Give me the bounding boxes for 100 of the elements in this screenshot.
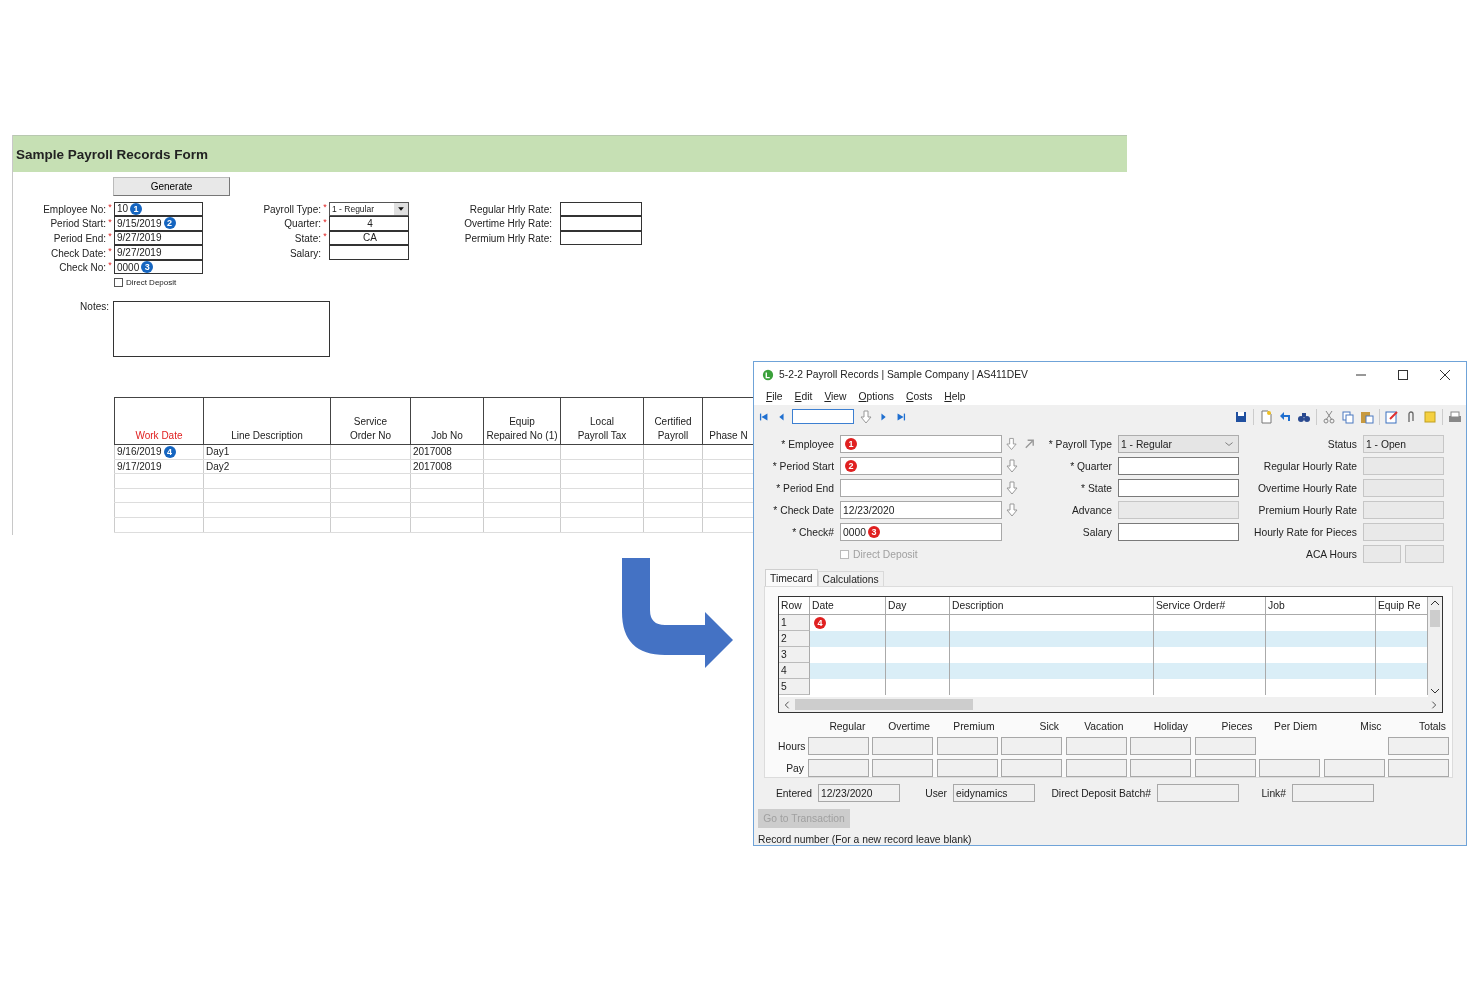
new-document-icon[interactable] xyxy=(1259,409,1273,424)
down-arrow-icon[interactable] xyxy=(1005,481,1019,495)
field-label: Period End: xyxy=(52,233,106,244)
input-field[interactable] xyxy=(1001,759,1062,777)
input-field[interactable] xyxy=(1065,759,1127,777)
save-icon[interactable] xyxy=(1234,409,1248,424)
input-field[interactable] xyxy=(840,479,1002,497)
input-field[interactable]: 10 1 xyxy=(114,201,203,217)
down-arrow-icon[interactable] xyxy=(1005,503,1019,517)
caret-icon[interactable] xyxy=(396,204,406,213)
input-field[interactable]: 2 xyxy=(840,457,1002,475)
field-label: Salary xyxy=(1081,526,1113,538)
app-logo-icon[interactable] xyxy=(762,368,774,381)
grid-cell[interactable] xyxy=(950,663,1154,679)
column-header: Pieces xyxy=(1220,721,1254,734)
input-field[interactable] xyxy=(1130,759,1191,777)
input-field[interactable]: 9/27/2019 xyxy=(114,245,203,260)
generate-button[interactable]: Generate xyxy=(113,177,230,196)
maximize-icon[interactable] xyxy=(1396,367,1410,382)
grid-cell[interactable] xyxy=(1376,631,1428,647)
input-field[interactable]: 0000 3 xyxy=(840,523,1002,541)
copy-icon[interactable] xyxy=(1341,409,1355,424)
input-field[interactable] xyxy=(1323,759,1385,777)
input-field[interactable] xyxy=(1001,737,1062,755)
input-field[interactable] xyxy=(560,216,642,231)
dropdown[interactable]: 1 - Regular xyxy=(329,201,409,217)
menu-item[interactable]: Options xyxy=(852,390,900,402)
input-field[interactable] xyxy=(1388,759,1449,777)
menu-item[interactable]: Costs xyxy=(900,390,939,402)
column-header: Sick xyxy=(1038,721,1060,734)
input-field[interactable] xyxy=(1118,523,1239,541)
input-field[interactable] xyxy=(807,759,869,777)
input-field[interactable] xyxy=(1118,479,1239,497)
dropdown[interactable]: 1 - Regular xyxy=(1118,435,1239,453)
tab[interactable]: Calculations xyxy=(817,571,884,586)
scrollbar-thumb[interactable] xyxy=(795,699,973,710)
edit-icon[interactable] xyxy=(1385,409,1399,424)
input-field[interactable] xyxy=(1194,737,1256,755)
input-field[interactable] xyxy=(1118,457,1239,475)
table-cell: 9/17/2019 xyxy=(117,460,162,472)
menu-item[interactable]: File xyxy=(760,390,789,402)
grid-cell[interactable] xyxy=(886,663,950,679)
input-field[interactable]: 1 - Open xyxy=(1363,435,1444,453)
jump-arrow-icon[interactable] xyxy=(1023,437,1036,451)
down-arrow-icon[interactable] xyxy=(1005,437,1018,451)
field-label: Notes: xyxy=(79,300,110,312)
grid-cell[interactable] xyxy=(1266,631,1376,647)
paste-icon[interactable] xyxy=(1360,409,1374,424)
grid-cell[interactable] xyxy=(1154,631,1266,647)
input-field[interactable] xyxy=(1065,737,1127,755)
input-field[interactable]: 12/23/2020 xyxy=(840,501,1002,519)
row-label: Hours xyxy=(778,740,804,752)
grid-cell[interactable] xyxy=(810,631,886,647)
input-field[interactable] xyxy=(1130,737,1191,755)
input-field[interactable] xyxy=(1259,759,1320,777)
input-field[interactable]: eidynamics xyxy=(953,784,1035,802)
cut-icon[interactable] xyxy=(1322,409,1336,424)
input-field[interactable] xyxy=(1157,784,1239,802)
checkbox[interactable] xyxy=(114,277,123,287)
menu-item[interactable]: Help xyxy=(938,390,972,402)
row-number: 5 xyxy=(779,679,810,695)
input-field[interactable] xyxy=(560,201,642,217)
field-label: Salary: xyxy=(288,247,321,259)
down-arrow-icon[interactable] xyxy=(859,409,873,424)
field-label: User xyxy=(924,787,948,799)
input-field[interactable] xyxy=(936,759,998,777)
menu-item[interactable]: View xyxy=(818,390,853,402)
notes-field[interactable] xyxy=(113,300,330,357)
field-label: * Quarter xyxy=(1069,460,1113,472)
input-field[interactable] xyxy=(1194,759,1256,777)
input-field[interactable]: 1 xyxy=(840,435,1002,453)
input-field[interactable] xyxy=(936,737,998,755)
field-label: Regular Hrly Rate: xyxy=(468,203,552,215)
vertical-scrollbar[interactable] xyxy=(1428,597,1442,697)
input-field[interactable] xyxy=(872,759,933,777)
grid-cell[interactable] xyxy=(950,631,1154,647)
input-field[interactable]: 4 xyxy=(329,216,409,231)
input-field[interactable] xyxy=(1388,737,1449,755)
note-icon[interactable] xyxy=(1423,409,1437,424)
input-field[interactable]: 12/23/2020 xyxy=(818,784,900,802)
menu-item[interactable]: Edit xyxy=(788,390,819,402)
input-field[interactable] xyxy=(329,245,409,260)
grid-cell[interactable] xyxy=(810,663,886,679)
scrollbar-thumb[interactable] xyxy=(1430,610,1440,627)
grid-cell[interactable] xyxy=(1376,663,1428,679)
grid-cell[interactable] xyxy=(1266,663,1376,679)
input-field[interactable]: 9/15/2019 2 xyxy=(114,216,203,231)
input-field[interactable] xyxy=(807,737,869,755)
print-icon[interactable] xyxy=(1448,409,1462,424)
input-field[interactable] xyxy=(872,737,933,755)
horizontal-scrollbar[interactable] xyxy=(779,697,1442,712)
grid-cell[interactable] xyxy=(886,631,950,647)
tab[interactable]: Timecard xyxy=(765,569,818,586)
grid-cell[interactable] xyxy=(1154,663,1266,679)
close-icon[interactable] xyxy=(1438,367,1452,382)
down-arrow-icon[interactable] xyxy=(1005,459,1019,473)
input-field[interactable] xyxy=(1292,784,1374,802)
chevron-left-icon[interactable] xyxy=(782,698,792,711)
record-field[interactable] xyxy=(792,409,854,424)
step-number-badge: 4 xyxy=(163,445,176,458)
